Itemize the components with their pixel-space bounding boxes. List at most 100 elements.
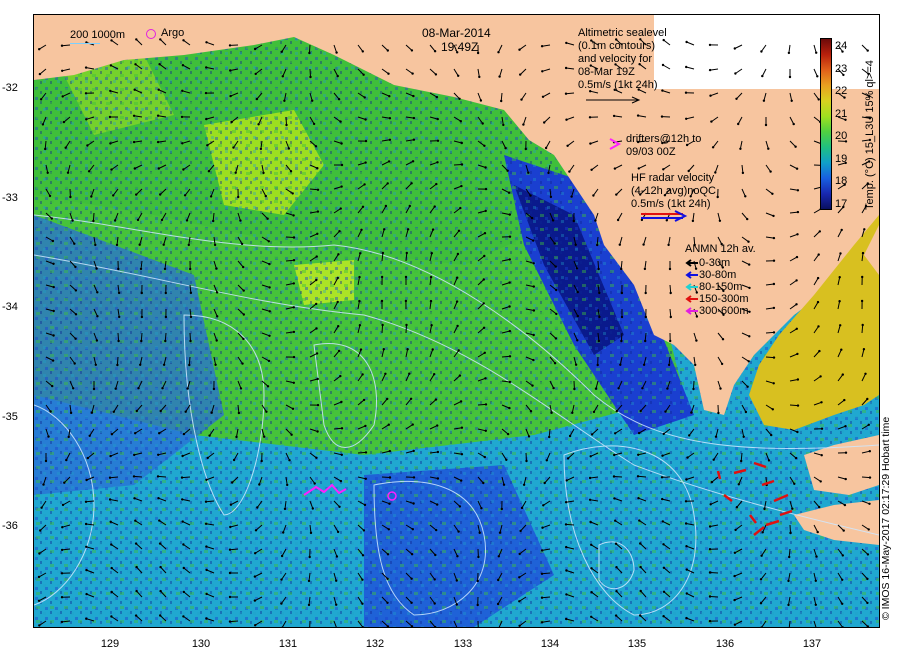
velocity-arrow-head (571, 411, 574, 414)
velocity-arrow-head (497, 555, 500, 558)
velocity-arrow-head (109, 64, 113, 67)
velocity-arrow-head (497, 51, 500, 54)
velocity-arrow-head (733, 574, 736, 578)
velocity-arrow-head (361, 373, 364, 376)
velocity-arrow-head (430, 324, 433, 327)
velocity-arrow-head (335, 51, 338, 54)
velocity-arrow-head (184, 410, 187, 413)
velocity-arrow-head (796, 378, 800, 381)
velocity-arrow-head (205, 568, 208, 572)
velocity-arrow-head (132, 475, 136, 478)
velocity-arrow-head (265, 410, 268, 413)
velocity-arrow-head (291, 407, 295, 410)
velocity-arrow-head (519, 529, 522, 533)
velocity-arrow-head (744, 195, 747, 198)
velocity-arrow-head (460, 184, 463, 188)
temperature-colorbar (820, 38, 832, 210)
velocity-arrow-head (748, 263, 751, 266)
velocity-arrow-head (796, 233, 799, 236)
velocity-arrow-head (644, 291, 647, 295)
velocity-arrow-head (685, 117, 688, 121)
velocity-arrow-head (38, 48, 41, 51)
velocity-arrow-head (340, 163, 344, 167)
velocity-arrow-head (795, 279, 798, 282)
velocity-arrow-head (363, 96, 366, 99)
velocity-arrow-head (796, 189, 800, 192)
velocity-arrow-head (204, 500, 208, 503)
velocity-arrow (789, 524, 791, 534)
velocity-arrow-head (405, 251, 408, 255)
velocity-arrow-head (796, 430, 799, 434)
velocity-arrow-head (574, 243, 577, 246)
velocity-arrow-head (60, 620, 64, 624)
velocity-arrow-head (566, 144, 569, 147)
velocity-arrow-head (816, 276, 820, 280)
velocity-arrow-head (708, 595, 712, 598)
velocity-arrow (381, 324, 384, 334)
velocity-arrow-head (280, 554, 284, 558)
velocity-arrow-head (110, 615, 113, 618)
colorbar-tick-label: 20 (835, 130, 848, 143)
velocity-arrow-head (820, 427, 824, 430)
velocity-arrow-head (796, 404, 800, 407)
velocity-arrow (164, 332, 167, 342)
velocity-arrow-head (553, 242, 556, 245)
velocity-arrow-head (134, 614, 138, 617)
velocity-arrow-head (290, 433, 293, 436)
velocity-arrow-head (669, 339, 672, 343)
colorbar-tick-label: 17 (835, 198, 848, 210)
velocity-arrow-head (436, 424, 439, 427)
velocity-arrow-head (866, 397, 869, 401)
velocity-arrow-head (662, 168, 665, 171)
velocity-arrow-head (590, 567, 593, 570)
velocity-arrow-head (47, 435, 50, 438)
velocity-arrow-head (709, 503, 712, 506)
velocity-arrow-head (52, 262, 55, 265)
velocity-arrow-head (429, 299, 433, 303)
velocity-arrow-head (266, 217, 269, 220)
velocity-arrow-head (549, 195, 553, 199)
velocity-arrow-head (598, 315, 601, 319)
velocity-arrow-head (61, 503, 65, 507)
velocity-arrow-head (158, 542, 162, 545)
velocity-arrow-head (116, 363, 119, 367)
velocity-arrow-head (315, 255, 318, 258)
legend-panel-bg (654, 15, 879, 89)
velocity-arrow-head (685, 568, 688, 571)
velocity-arrow-head (483, 455, 486, 459)
velocity-arrow-head (337, 253, 340, 256)
velocity-arrow-head (242, 337, 245, 341)
velocity-arrow-head (508, 281, 511, 284)
velocity-arrow-head (552, 386, 555, 390)
velocity-arrow-head (338, 505, 341, 508)
velocity-arrow-head (816, 75, 819, 78)
velocity-arrow-head (412, 94, 415, 98)
velocity-arrow-head (61, 95, 64, 98)
velocity-arrow-head (458, 374, 462, 377)
velocity-arrow-head (761, 74, 764, 78)
velocity-arrow-head (479, 99, 483, 102)
velocity-arrow-head (157, 167, 160, 170)
velocity-arrow-head (789, 531, 792, 535)
velocity-arrow-head (229, 503, 233, 506)
velocity-arrow-head (735, 506, 739, 509)
velocity-arrow-head (642, 363, 646, 366)
velocity-arrow-head (788, 75, 792, 79)
velocity-arrow-head (483, 144, 486, 147)
velocity-arrow-head (51, 359, 55, 362)
velocity-arrow-head (500, 507, 503, 511)
velocity-arrow-head (434, 398, 438, 401)
x-tick-label: 135 (627, 638, 647, 650)
colorbar-title: Temp. (°C) 15_L3U 15% ql>=4 (864, 60, 876, 210)
velocity-arrow-head (108, 115, 112, 119)
velocity-arrow-head (862, 348, 866, 351)
velocity-arrow-head (412, 116, 416, 120)
velocity-arrow-head (387, 160, 391, 163)
velocity-arrow-head (815, 555, 818, 558)
velocity-arrow-head (308, 51, 311, 55)
credit-text: © IMOS 16-May-2017 02:17:29 Hobart time (880, 416, 892, 620)
velocity-arrow-head (484, 429, 487, 432)
velocity-arrow-head (760, 50, 763, 53)
velocity-arrow-head (793, 482, 796, 485)
velocity-arrow (109, 476, 119, 479)
